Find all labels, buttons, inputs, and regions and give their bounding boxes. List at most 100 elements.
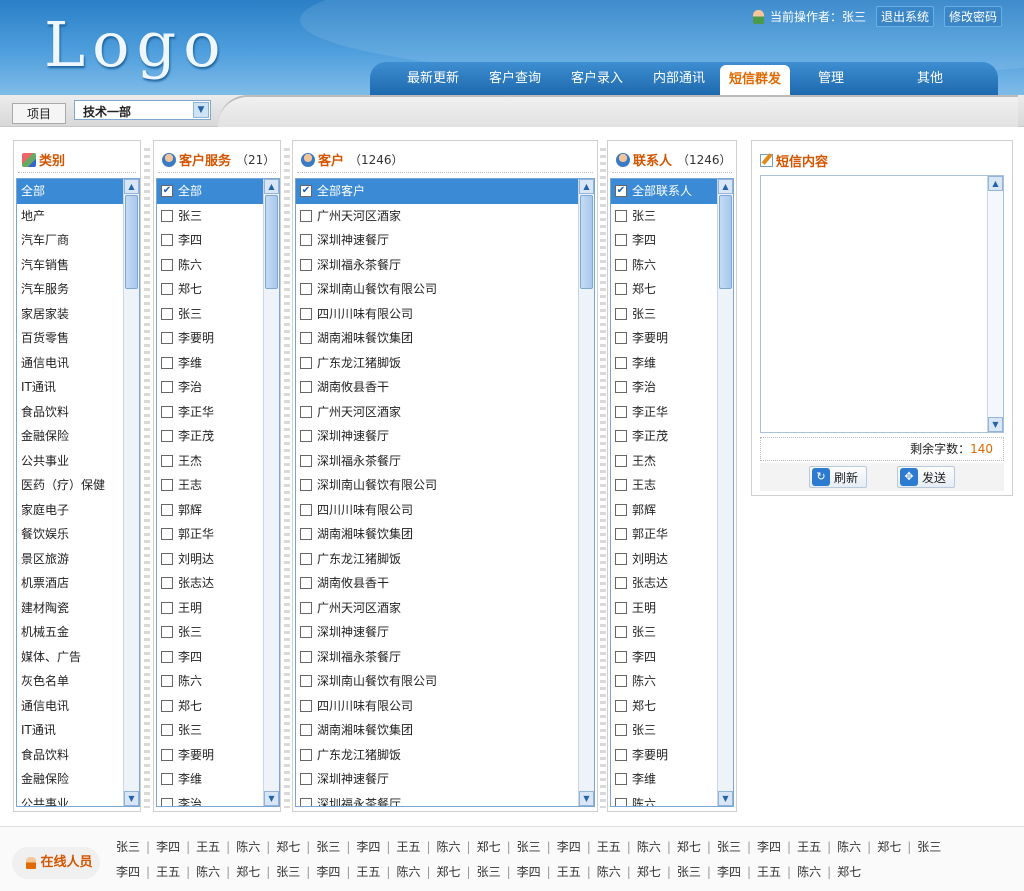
tab-0[interactable]: 最新更新 [392,62,474,95]
checkbox[interactable] [161,724,173,737]
online-user[interactable]: 陈六 [637,840,661,854]
scrollbar[interactable]: ▲ ▼ [123,179,139,806]
list-item[interactable]: 汽车厂商 [17,228,123,253]
list-item[interactable]: 李正华 [611,400,717,425]
list-item[interactable]: ✔ 全部 [157,179,263,204]
list-item[interactable]: 广州天河区酒家 [296,400,578,425]
online-user[interactable]: 王五 [156,865,180,879]
checkbox[interactable] [300,503,312,516]
checkbox[interactable] [300,650,312,663]
list-item[interactable]: IT通讯 [17,718,123,743]
checkbox[interactable] [161,479,173,492]
online-user[interactable]: 陈六 [837,840,861,854]
list-item[interactable]: 汽车服务 [17,277,123,302]
scroll-down-icon[interactable]: ▼ [124,791,139,806]
checkbox[interactable] [300,356,312,369]
checkbox[interactable] [615,577,627,590]
checkbox[interactable] [300,430,312,443]
checkbox[interactable] [300,405,312,418]
list-item[interactable]: 公共事业 [17,792,123,807]
list-item[interactable]: 灰色名单 [17,669,123,694]
list-item[interactable]: 张三 [157,204,263,229]
list-item[interactable]: 湖南湘味餐饮集团 [296,326,578,351]
list-item[interactable]: 张三 [611,620,717,645]
list-item[interactable]: 陈六 [611,669,717,694]
scrollbar[interactable]: ▲ ▼ [578,179,594,806]
list-item[interactable]: 广东龙江猪脚饭 [296,351,578,376]
checkbox[interactable] [300,381,312,394]
checkbox[interactable] [615,528,627,541]
online-user[interactable]: 王五 [356,865,380,879]
checkbox[interactable] [161,356,173,369]
list-item[interactable]: 广东龙江猪脚饭 [296,547,578,572]
list-item[interactable]: ✔ 全部客户 [296,179,578,204]
scroll-thumb[interactable] [580,195,593,289]
online-user[interactable]: 张三 [517,840,541,854]
online-user[interactable]: 李四 [557,840,581,854]
checkbox[interactable] [161,748,173,761]
checkbox[interactable] [161,675,173,688]
list-item[interactable]: 李正华 [157,400,263,425]
checkbox[interactable] [161,454,173,467]
online-user[interactable]: 王五 [757,865,781,879]
checkbox[interactable] [300,528,312,541]
list-item[interactable]: 深圳神速餐厅 [296,424,578,449]
scroll-down-icon[interactable]: ▼ [988,417,1003,432]
checkbox[interactable] [161,283,173,296]
checkbox[interactable] [615,675,627,688]
list-item[interactable]: 湖南湘味餐饮集团 [296,522,578,547]
online-user[interactable]: 王五 [557,865,581,879]
list-item[interactable]: 刘明达 [611,547,717,572]
scroll-up-icon[interactable]: ▲ [124,179,139,194]
online-user[interactable]: 李四 [356,840,380,854]
checkbox[interactable] [615,479,627,492]
online-user[interactable]: 郑七 [877,840,901,854]
list-item[interactable]: 深圳福永茶餐厅 [296,253,578,278]
online-user[interactable]: 李四 [757,840,781,854]
online-user[interactable]: 陈六 [236,840,260,854]
list-item[interactable]: 郑七 [611,694,717,719]
online-user[interactable]: 张三 [276,865,300,879]
list-item[interactable]: 陈六 [611,792,717,806]
checkbox[interactable] [615,503,627,516]
checkbox[interactable] [161,577,173,590]
list-item[interactable]: 四川川味有限公司 [296,694,578,719]
chevron-down-icon[interactable]: ▼ [193,102,209,118]
online-user[interactable]: 郑七 [236,865,260,879]
list-item[interactable]: 湖南湘味餐饮集团 [296,718,578,743]
list-item[interactable]: 广州天河区酒家 [296,204,578,229]
checkbox[interactable] [300,258,312,271]
online-user[interactable]: 郑七 [276,840,300,854]
list-item[interactable]: 李正茂 [157,424,263,449]
list-item[interactable]: 王志 [157,473,263,498]
list-item[interactable]: 李正茂 [611,424,717,449]
list-item[interactable]: 景区旅游 [17,547,123,572]
change-password-button[interactable]: 修改密码 [943,6,1002,27]
checkbox[interactable] [615,724,627,737]
checkbox[interactable] [615,454,627,467]
list-item[interactable]: 王杰 [157,449,263,474]
online-user[interactable]: 郑七 [837,865,861,879]
checkbox[interactable] [161,405,173,418]
checkbox[interactable] [615,307,627,320]
scrollbar[interactable]: ▲ ▼ [987,176,1003,432]
list-item[interactable]: 张三 [157,302,263,327]
list-item[interactable]: 李维 [611,767,717,792]
online-user[interactable]: 王五 [196,840,220,854]
online-user[interactable]: 陈六 [396,865,420,879]
sms-textarea[interactable]: ▲ ▼ [760,175,1004,433]
splitter[interactable] [144,148,150,808]
list-item[interactable]: 郑七 [157,277,263,302]
logout-button[interactable]: 退出系统 [875,6,934,27]
list-item[interactable]: 金融保险 [17,767,123,792]
list-item[interactable]: 郭辉 [157,498,263,523]
list-item[interactable]: 深圳神速餐厅 [296,767,578,792]
list-item[interactable]: 食品饮料 [17,400,123,425]
checkbox[interactable] [161,381,173,394]
checkbox[interactable] [300,675,312,688]
list-item[interactable]: 李四 [611,645,717,670]
online-user[interactable]: 陈六 [437,840,461,854]
list-item[interactable]: 李要明 [611,743,717,768]
checkbox[interactable] [300,332,312,345]
online-user[interactable]: 王五 [797,840,821,854]
